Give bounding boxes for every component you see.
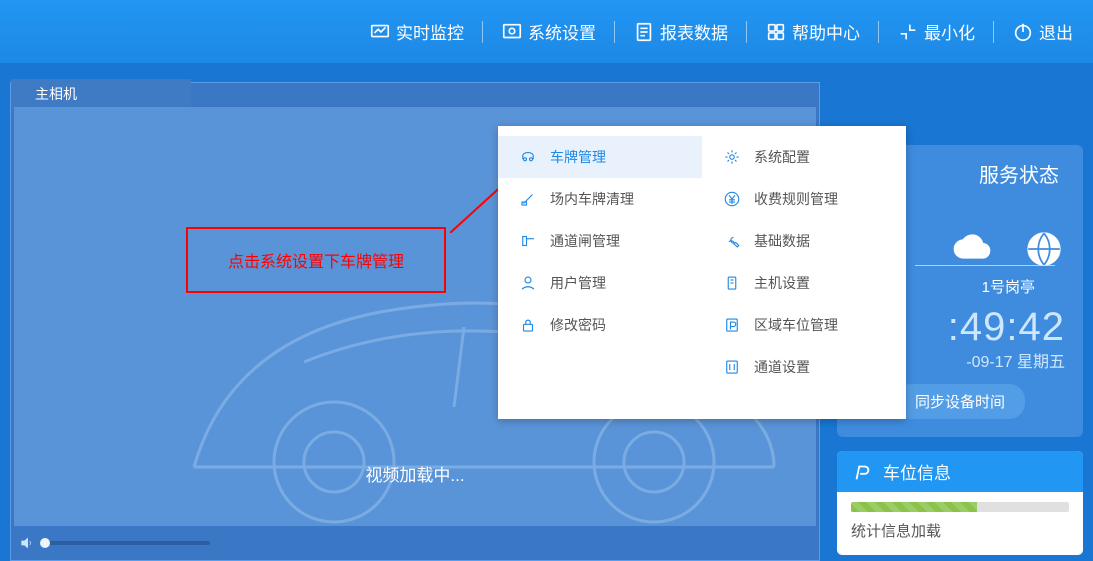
top-nav-bar: 实时监控 系统设置 报表数据 帮助中心 最小化 退出 <box>0 0 1093 63</box>
user-icon <box>518 273 538 293</box>
nav-label: 报表数据 <box>660 19 728 44</box>
cloud-icon <box>951 228 993 270</box>
menu-gate-management[interactable]: 通道闸管理 <box>498 220 702 262</box>
menu-label: 主机设置 <box>754 273 810 293</box>
menu-label: 修改密码 <box>550 315 606 335</box>
menu-label: 通道设置 <box>754 357 810 377</box>
wrench-icon <box>722 231 742 251</box>
nav-realtime-monitor[interactable]: 实时监控 <box>369 19 464 44</box>
menu-label: 收费规则管理 <box>754 189 838 209</box>
video-loading-text: 视频加载中... <box>14 461 816 486</box>
gear-icon <box>722 147 742 167</box>
yen-icon <box>722 189 742 209</box>
nav-label: 退出 <box>1039 19 1073 44</box>
help-grid-icon <box>765 21 787 43</box>
annotation-callout: 点击系统设置下车牌管理 <box>186 227 446 293</box>
server-icon <box>722 273 742 293</box>
menu-base-data[interactable]: 基础数据 <box>702 220 906 262</box>
car-icon <box>518 147 538 167</box>
menu-label: 场内车牌清理 <box>550 189 634 209</box>
nav-label: 实时监控 <box>396 19 464 44</box>
menu-label: 区域车位管理 <box>754 315 838 335</box>
slot-panel-title: 车位信息 <box>883 459 951 484</box>
menu-label: 车牌管理 <box>550 147 606 167</box>
nav-label: 最小化 <box>924 19 975 44</box>
system-settings-dropdown: 车牌管理 场内车牌清理 通道闸管理 用户管理 修改密码 系统配置 收费规则管理 … <box>498 126 906 419</box>
nav-report-data[interactable]: 报表数据 <box>633 19 728 44</box>
report-icon <box>633 21 655 43</box>
nav-exit[interactable]: 退出 <box>1012 19 1073 44</box>
nav-label: 系统设置 <box>528 19 596 44</box>
sliders-icon <box>722 357 742 377</box>
menu-label: 基础数据 <box>754 231 810 251</box>
slot-progress-bar <box>851 502 1069 512</box>
nav-minimize[interactable]: 最小化 <box>897 19 975 44</box>
menu-label: 系统配置 <box>754 147 810 167</box>
nav-label: 帮助中心 <box>792 19 860 44</box>
video-bottom-bar <box>14 529 816 557</box>
menu-zone-slot-management[interactable]: 区域车位管理 <box>702 304 906 346</box>
sync-time-button[interactable]: 同步设备时间 <box>895 384 1025 419</box>
gate-icon <box>518 231 538 251</box>
menu-label: 用户管理 <box>550 273 606 293</box>
parking-icon <box>722 315 742 335</box>
menu-system-config[interactable]: 系统配置 <box>702 136 906 178</box>
menu-user-management[interactable]: 用户管理 <box>498 262 702 304</box>
brush-icon <box>518 189 538 209</box>
slot-loading-text: 统计信息加载 <box>851 520 1069 541</box>
menu-change-password[interactable]: 修改密码 <box>498 304 702 346</box>
nav-help-center[interactable]: 帮助中心 <box>765 19 860 44</box>
settings-doc-icon <box>501 21 523 43</box>
monitor-icon <box>369 21 391 43</box>
parking-slot-panel: 车位信息 统计信息加载 <box>837 451 1083 555</box>
annotation-text: 点击系统设置下车牌管理 <box>228 248 404 272</box>
menu-plate-cleanup[interactable]: 场内车牌清理 <box>498 178 702 220</box>
menu-label: 通道闸管理 <box>550 231 620 251</box>
globe-icon <box>1023 228 1065 270</box>
volume-icon[interactable] <box>19 535 35 551</box>
menu-plate-management[interactable]: 车牌管理 <box>498 136 702 178</box>
parking-p-icon <box>851 461 873 483</box>
nav-system-settings[interactable]: 系统设置 <box>501 19 596 44</box>
volume-slider[interactable] <box>40 541 210 545</box>
menu-host-settings[interactable]: 主机设置 <box>702 262 906 304</box>
menu-fee-rules[interactable]: 收费规则管理 <box>702 178 906 220</box>
menu-channel-settings[interactable]: 通道设置 <box>702 346 906 388</box>
lock-icon <box>518 315 538 335</box>
camera-tab-main[interactable]: 主相机 <box>11 79 191 109</box>
minimize-icon <box>897 21 919 43</box>
power-icon <box>1012 21 1034 43</box>
